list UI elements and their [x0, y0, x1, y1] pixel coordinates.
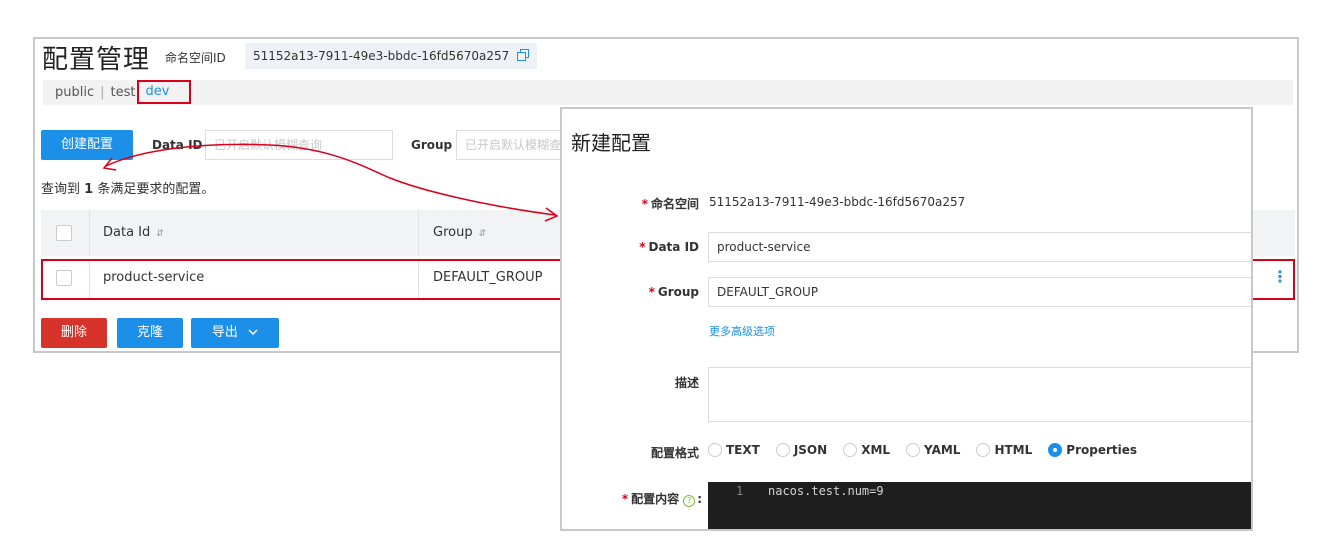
- format-field-label: 配置格式: [650, 446, 699, 460]
- row-data-id: product-service: [103, 270, 205, 285]
- radio-button-selected[interactable]: [1048, 443, 1063, 457]
- column-header-data-id[interactable]: Data Id ⇵: [103, 225, 164, 240]
- editor-line-number: 1: [736, 484, 744, 498]
- required-mark: *: [648, 285, 655, 299]
- copy-icon[interactable]: [517, 49, 530, 61]
- radio-button[interactable]: [906, 443, 921, 457]
- namespace-field-label-text: 命名空间: [650, 197, 699, 211]
- column-divider: [418, 261, 419, 298]
- row-group: DEFAULT_GROUP: [433, 270, 543, 285]
- format-option-properties[interactable]: Properties: [1048, 443, 1137, 457]
- radio-button[interactable]: [775, 443, 790, 457]
- chevron-down-icon: [248, 329, 258, 336]
- row-checkbox[interactable]: [56, 270, 72, 286]
- data-id-field[interactable]: product-service: [708, 232, 1251, 262]
- content-field-colon: :: [697, 492, 702, 506]
- tab-separator: |: [100, 85, 105, 100]
- radio-button[interactable]: [843, 443, 858, 457]
- format-option-xml[interactable]: XML: [843, 443, 890, 457]
- group-field[interactable]: DEFAULT_GROUP: [708, 277, 1251, 307]
- data-id-search-input[interactable]: 已开启默认模糊查询: [205, 130, 393, 160]
- result-suffix: 条满足要求的配置。: [97, 182, 215, 197]
- format-option-label: XML: [861, 443, 891, 457]
- group-field-label: * Group: [562, 285, 699, 299]
- sort-icon[interactable]: ⇵: [156, 229, 164, 239]
- namespace-id-label: 命名空间ID: [165, 51, 226, 65]
- clone-button[interactable]: 克隆: [117, 318, 183, 348]
- format-option-label: YAML: [924, 443, 961, 457]
- column-header-group[interactable]: Group ⇵: [433, 225, 486, 240]
- description-textarea[interactable]: [708, 367, 1251, 422]
- export-button-label: 导出: [211, 325, 238, 340]
- data-id-search-label: Data ID: [152, 138, 203, 152]
- screenshot-stage: 配置管理 命名空间ID 51152a13-7911-49e3-bbdc-16fd…: [0, 0, 1328, 559]
- column-divider: [418, 210, 419, 256]
- result-prefix: 查询到: [41, 182, 81, 197]
- namespace-id-value: 51152a13-7911-49e3-bbdc-16fd5670a257: [253, 49, 510, 63]
- format-option-html[interactable]: HTML: [976, 443, 1032, 457]
- data-id-field-label: * Data ID: [562, 240, 699, 254]
- group-field-label-text: Group: [657, 285, 699, 299]
- format-radio-group: TEXT JSON XML YAML HTML Properties: [708, 443, 1153, 457]
- description-field-label: 描述: [674, 376, 699, 390]
- column-divider: [89, 261, 90, 298]
- column-divider: [89, 210, 90, 256]
- help-icon[interactable]: ?: [683, 495, 696, 507]
- format-option-yaml[interactable]: YAML: [906, 443, 960, 457]
- format-option-text[interactable]: TEXT: [708, 443, 760, 457]
- sort-icon[interactable]: ⇵: [479, 229, 487, 239]
- format-option-label: HTML: [994, 443, 1033, 457]
- group-search-label: Group: [411, 138, 453, 152]
- select-all-checkbox[interactable]: [56, 225, 72, 241]
- namespace-field-value: 51152a13-7911-49e3-bbdc-16fd5670a257: [709, 195, 966, 209]
- radio-button[interactable]: [708, 443, 722, 457]
- config-content-editor[interactable]: 1 nacos.test.num=9: [708, 482, 1251, 529]
- required-mark: *: [621, 492, 629, 506]
- tab-test[interactable]: test: [111, 85, 136, 100]
- namespace-id-box: 51152a13-7911-49e3-bbdc-16fd5670a257: [245, 43, 538, 69]
- tab-dev[interactable]: dev: [137, 80, 192, 104]
- editor-line-text: nacos.test.num=9: [768, 484, 884, 498]
- more-actions-icon[interactable]: ⋮: [1272, 267, 1288, 286]
- content-field-label: * 配置内容?:: [562, 490, 702, 507]
- radio-button[interactable]: [976, 443, 991, 457]
- tab-public[interactable]: public: [55, 85, 94, 100]
- required-mark: *: [639, 240, 646, 254]
- namespace-field-label: * 命名空间: [562, 195, 699, 212]
- format-option-json[interactable]: JSON: [775, 443, 828, 457]
- format-option-label: TEXT: [726, 443, 760, 457]
- export-button[interactable]: 导出: [191, 318, 279, 348]
- format-option-label: JSON: [793, 443, 828, 457]
- group-search-input[interactable]: 已开启默认模糊查询: [456, 130, 566, 160]
- advanced-options-link[interactable]: 更多高级选项: [709, 323, 775, 339]
- result-summary: 查询到 1 条满足要求的配置。: [41, 178, 214, 197]
- format-option-label: Properties: [1066, 443, 1138, 457]
- namespace-tabs: public | test dev: [43, 80, 1293, 105]
- page-title: 配置管理: [42, 45, 151, 75]
- new-config-panel: 新建配置 * 命名空间 51152a13-7911-49e3-bbdc-16fd5…: [560, 107, 1253, 531]
- delete-button[interactable]: 删除: [41, 318, 107, 348]
- data-id-field-label-text: Data ID: [648, 240, 700, 254]
- column-header-group-label: Group: [433, 225, 473, 240]
- new-config-title: 新建配置: [571, 131, 651, 155]
- result-count: 1: [84, 182, 94, 197]
- content-field-label-text: 配置内容: [631, 492, 680, 506]
- column-header-data-id-label: Data Id: [103, 225, 151, 240]
- create-config-button[interactable]: 创建配置: [41, 130, 133, 160]
- required-mark: *: [641, 197, 648, 211]
